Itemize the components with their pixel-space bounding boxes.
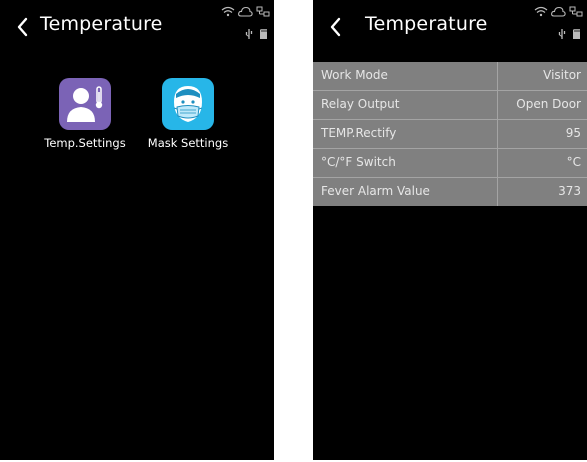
setting-value: 95 xyxy=(565,126,581,140)
column-divider xyxy=(497,62,498,90)
status-bar-secondary xyxy=(558,28,581,40)
chevron-left-icon xyxy=(17,17,28,37)
setting-label: Fever Alarm Value xyxy=(321,184,430,198)
column-divider xyxy=(497,120,498,148)
setting-row-unit-switch[interactable]: °C/°F Switch °C xyxy=(313,149,587,178)
setting-row-relay-output[interactable]: Relay Output Open Door xyxy=(313,91,587,120)
settings-list: Work Mode Visitor Relay Output Open Door… xyxy=(313,62,587,206)
setting-row-temp-rectify[interactable]: TEMP.Rectify 95 xyxy=(313,120,587,149)
page-title: Temperature xyxy=(365,13,488,35)
mask-settings-label: Mask Settings xyxy=(147,136,229,150)
header: Temperature xyxy=(0,0,274,58)
page: Temperature Temp.Settings Mask Settings … xyxy=(0,0,587,462)
temperature-settings-screen: Temperature Work Mode Visitor Relay Outp… xyxy=(313,0,587,460)
setting-label: TEMP.Rectify xyxy=(321,126,397,140)
column-divider xyxy=(497,178,498,206)
wifi-icon xyxy=(534,6,548,17)
person-thermometer-icon xyxy=(59,78,111,130)
column-divider xyxy=(497,149,498,177)
sd-card-icon xyxy=(260,29,267,39)
setting-label: Work Mode xyxy=(321,68,388,82)
network-icon xyxy=(569,6,583,17)
setting-value: °C xyxy=(566,155,581,169)
setting-label: °C/°F Switch xyxy=(321,155,396,169)
setting-label: Relay Output xyxy=(321,97,400,111)
temperature-menu-screen: Temperature Temp.Settings Mask Settings xyxy=(0,0,274,460)
back-button[interactable] xyxy=(325,14,347,40)
header: Temperature xyxy=(313,0,587,58)
status-bar xyxy=(221,6,270,17)
chevron-left-icon xyxy=(330,17,341,37)
sd-card-icon xyxy=(573,29,580,39)
setting-row-fever-alarm-value[interactable]: Fever Alarm Value 373 xyxy=(313,178,587,206)
back-button[interactable] xyxy=(12,14,34,40)
setting-row-work-mode[interactable]: Work Mode Visitor xyxy=(313,62,587,91)
cloud-icon xyxy=(551,6,566,17)
setting-value: 373 xyxy=(558,184,581,198)
temp-settings-app[interactable]: Temp.Settings xyxy=(35,78,135,150)
status-bar xyxy=(534,6,583,17)
setting-value: Visitor xyxy=(543,68,581,82)
mask-settings-app[interactable]: Mask Settings xyxy=(138,78,238,150)
usb-icon xyxy=(558,29,566,39)
column-divider xyxy=(497,91,498,119)
setting-value: Open Door xyxy=(516,97,581,111)
temp-settings-label: Temp.Settings xyxy=(44,136,126,150)
usb-icon xyxy=(245,29,253,39)
page-title: Temperature xyxy=(40,13,163,35)
network-icon xyxy=(256,6,270,17)
wifi-icon xyxy=(221,6,235,17)
status-bar-secondary xyxy=(245,28,268,40)
masked-face-icon xyxy=(162,78,214,130)
cloud-icon xyxy=(238,6,253,17)
